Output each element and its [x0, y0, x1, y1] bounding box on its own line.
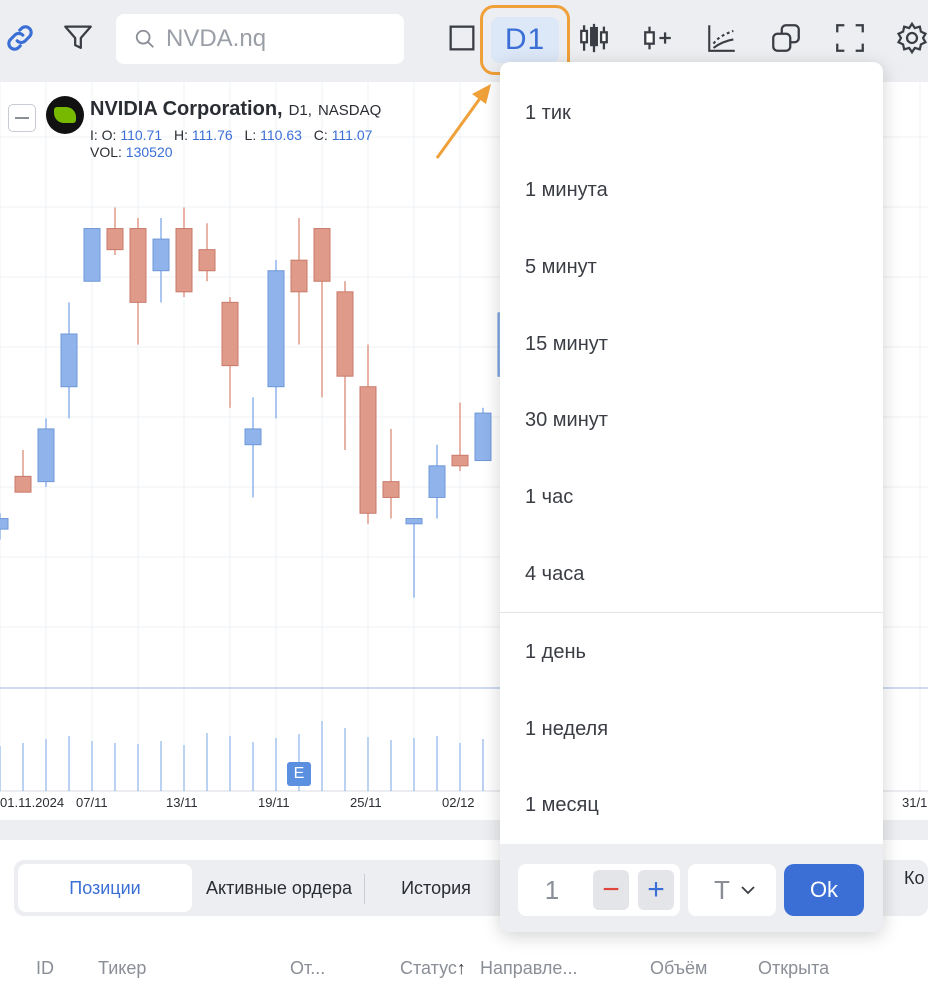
column-header-volume[interactable]: Объём [650, 958, 707, 979]
collapse-legend-button[interactable] [8, 104, 36, 132]
candle-body [336, 291, 354, 377]
ohlc-values: I: O: 110.71 H: 111.76 L: 110.63 C: 111.… [90, 127, 380, 143]
search-icon [135, 29, 154, 48]
x-axis-label: 19/11 [258, 795, 290, 810]
column-header-ticker[interactable]: Тикер [98, 958, 146, 979]
tab-history[interactable]: История [380, 864, 492, 912]
candle-body [221, 301, 239, 367]
custom-timeframe-bar: 1 − + T Ok [500, 844, 883, 932]
column-header-status[interactable]: Статус↑ [400, 958, 466, 979]
x-axis-label: 31/1 [902, 795, 928, 810]
add-indicator-icon[interactable] [638, 18, 678, 58]
legend-exchange: NASDAQ [317, 102, 382, 119]
chevron-down-icon [741, 886, 755, 895]
candles-icon[interactable] [574, 18, 614, 58]
timeframe-option-30-minutes[interactable]: 30 минут [500, 382, 883, 458]
candle-body [198, 249, 216, 272]
candle-body [83, 228, 101, 282]
low-label: L: [244, 127, 257, 143]
search-input[interactable] [164, 24, 388, 54]
high-value: 111.76 [191, 127, 233, 143]
x-axis-label: 01.11.2024 [0, 795, 65, 810]
sort-arrow-icon: ↑ [456, 958, 466, 978]
timeframe-option-5-minutes[interactable]: 5 минут [500, 229, 883, 305]
unit-value: T [714, 874, 730, 905]
square-icon[interactable] [442, 18, 482, 58]
volume-value: VOL: 130520 [90, 144, 173, 160]
timeframe-stepper: 1 − + [518, 864, 680, 916]
link-icon[interactable] [0, 18, 40, 58]
decrement-button[interactable]: − [593, 870, 629, 910]
drawing-icon[interactable] [702, 18, 742, 58]
tab-partial-right[interactable]: Ко [904, 868, 925, 889]
timeframe-option-1-minute[interactable]: 1 минута [500, 152, 883, 228]
tab-active-orders[interactable]: Активные ордера [200, 864, 358, 912]
candle-body [106, 228, 124, 251]
close-value: 111.07 [331, 127, 373, 143]
candle-body [290, 259, 308, 293]
timeframe-option-15-minutes[interactable]: 15 минут [500, 306, 883, 382]
timeframe-unit-select[interactable]: T [688, 864, 776, 916]
candle-body [428, 465, 446, 498]
timeframe-option-1-tick[interactable]: 1 тик [500, 75, 883, 151]
timeframe-option-1-day[interactable]: 1 день [500, 614, 883, 690]
nvidia-logo-icon [46, 96, 84, 134]
candle-body [37, 428, 55, 483]
timeframe-option-4-hours[interactable]: 4 часа [500, 536, 883, 612]
timeframe-option-1-week[interactable]: 1 неделя [500, 691, 883, 767]
menu-divider [500, 612, 883, 613]
volume-label: VOL: [90, 144, 122, 160]
timeframe-dropdown: 1 тик 1 минута 5 минут 15 минут 30 минут… [500, 62, 883, 932]
timeframe-option-1-month[interactable]: 1 месяц [500, 767, 883, 843]
increment-button[interactable]: + [638, 870, 674, 910]
tab-positions[interactable]: Позиции [18, 864, 192, 912]
x-axis-label: 13/11 [166, 795, 198, 810]
tab-separator [364, 874, 365, 904]
timeframe-option-1-hour[interactable]: 1 час [500, 459, 883, 535]
candle-body [451, 454, 469, 467]
candle-body [359, 386, 377, 514]
candle-body [152, 238, 170, 272]
candle-body [267, 270, 285, 388]
column-header-id[interactable]: ID [36, 958, 54, 979]
candle-body [244, 428, 262, 446]
timeframe-label: D1 [490, 17, 560, 63]
high-label: H: [174, 127, 189, 143]
low-value: 110.63 [260, 127, 302, 143]
ok-button[interactable]: Ok [784, 864, 864, 916]
x-axis-label: 07/11 [76, 795, 108, 810]
filter-icon[interactable] [58, 18, 98, 58]
candle-body [129, 228, 147, 303]
open-label: I: O: [90, 127, 117, 143]
fullscreen-icon[interactable] [830, 18, 870, 58]
search-box[interactable] [116, 14, 404, 64]
column-header-status-label: Статус [400, 958, 457, 978]
column-header-opened[interactable]: Открыта [758, 958, 829, 979]
symbol-name: NVIDIA Corporation, D1, NASDAQ [90, 98, 381, 121]
x-axis-label: 02/12 [442, 795, 475, 810]
candle-body [382, 481, 400, 498]
candle-body [474, 412, 492, 462]
close-label: C: [313, 127, 328, 143]
candle-body [313, 228, 331, 282]
candle-body [0, 518, 9, 530]
symbol-title: NVIDIA Corporation, [90, 98, 283, 120]
candle-body [405, 518, 423, 525]
settings-icon[interactable] [892, 18, 928, 58]
windows-icon[interactable] [766, 18, 806, 58]
column-header-direction[interactable]: Направле... [480, 958, 577, 979]
earnings-marker[interactable]: E [287, 762, 311, 786]
candle-body [175, 228, 193, 293]
candle-body [60, 333, 78, 388]
open-value: 110.71 [120, 127, 163, 143]
volume-number: 130520 [125, 144, 173, 160]
legend-timeframe: D1, [288, 102, 312, 119]
candle-body [14, 475, 32, 493]
stepper-value[interactable]: 1 [518, 864, 586, 916]
x-axis-label: 25/11 [350, 795, 382, 810]
column-header-from[interactable]: От... [290, 958, 325, 979]
